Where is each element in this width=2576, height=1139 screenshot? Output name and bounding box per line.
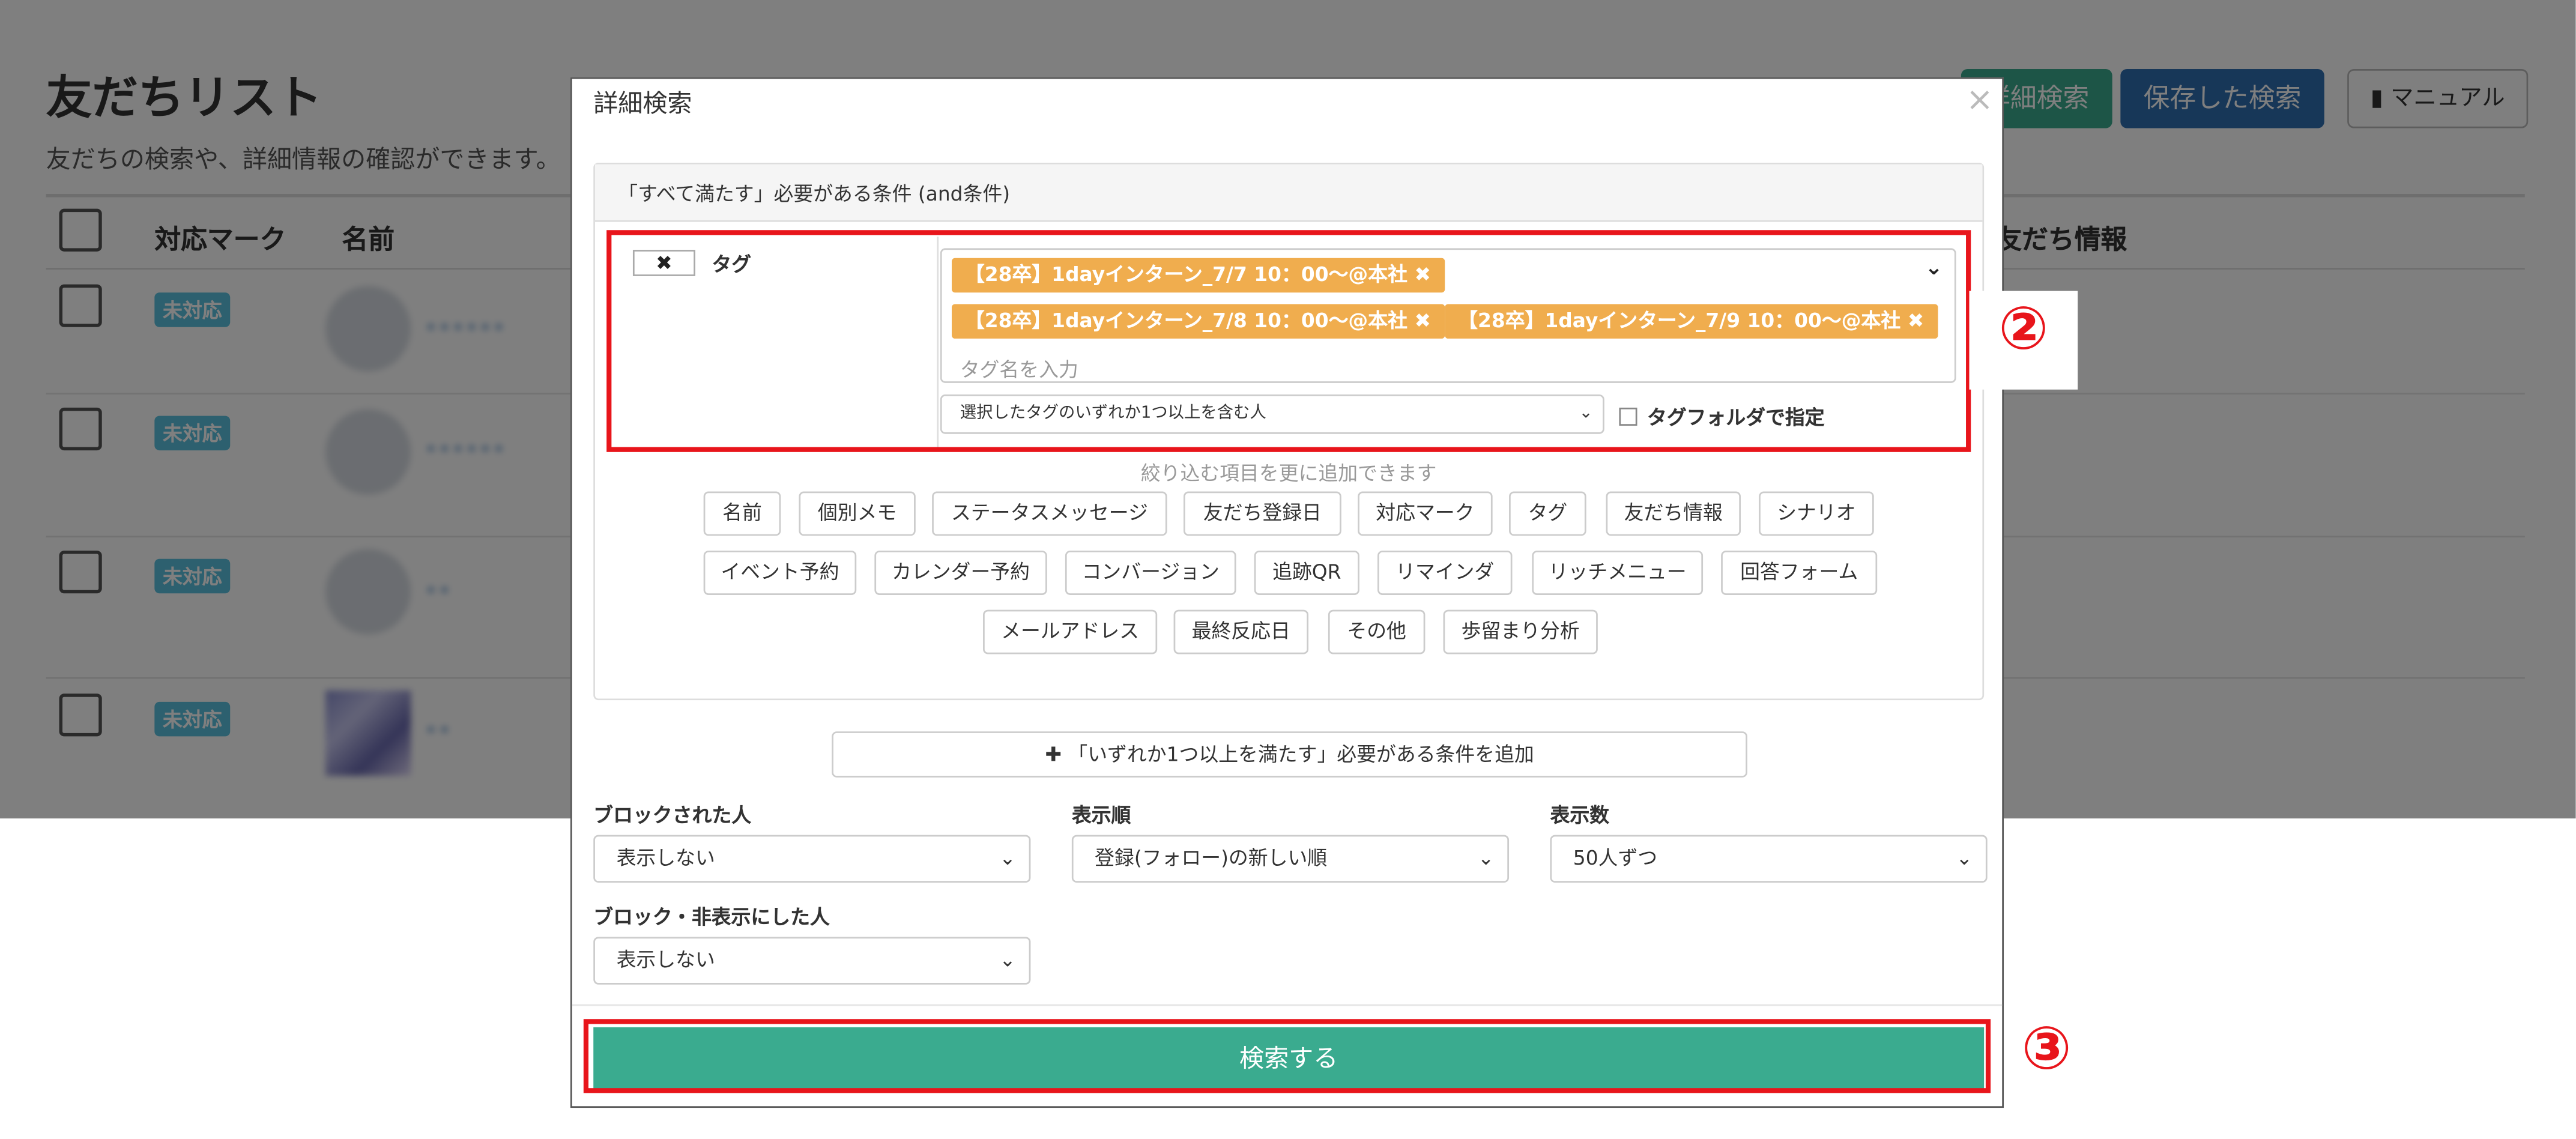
filter-button-friend-info[interactable]: 友だち情報 [1606, 491, 1741, 536]
filter-button-event[interactable]: イベント予約 [703, 551, 857, 595]
blocked-hidden-label: ブロック・非表示にした人 [593, 905, 830, 929]
filter-button-name[interactable]: 名前 [703, 491, 781, 536]
chevron-down-icon: ⌄ [1956, 846, 1973, 870]
highlight-tag-condition [606, 230, 1971, 452]
count-select[interactable]: 50人ずつ ⌄ [1550, 835, 1988, 883]
count-label: 表示数 [1550, 803, 1610, 827]
filter-button-answer-form[interactable]: 回答フォーム [1721, 551, 1878, 595]
filter-button-other[interactable]: その他 [1328, 609, 1426, 654]
chevron-down-icon: ⌄ [999, 948, 1016, 971]
order-select[interactable]: 登録(フォロー)の新しい順 ⌄ [1071, 835, 1510, 883]
blocked-label: ブロックされた人 [593, 803, 752, 827]
and-condition-title: 「すべて満たす」必要がある条件 (and条件) [618, 182, 1011, 206]
filter-button-memo[interactable]: 個別メモ [799, 491, 916, 536]
modal-title: 詳細検索 [593, 88, 692, 119]
filter-button-register-date[interactable]: 友だち登録日 [1184, 491, 1341, 536]
filter-button-yield-analysis[interactable]: 歩留まり分析 [1443, 609, 1598, 654]
filter-button-tracking-qr[interactable]: 追跡QR [1254, 551, 1359, 595]
filter-button-reminder[interactable]: リマインダ [1377, 551, 1513, 595]
annotation-step3: ③ [2021, 1015, 2072, 1084]
filter-button-tag[interactable]: タグ [1509, 491, 1586, 536]
blocked-select[interactable]: 表示しない ⌄ [593, 835, 1031, 883]
blocked-hidden-select[interactable]: 表示しない ⌄ [593, 937, 1031, 985]
modal-footer-divider [572, 1004, 2003, 1006]
filter-button-rich-menu[interactable]: リッチメニュー [1532, 551, 1704, 595]
add-filter-hint: 絞り込む項目を更に追加できます [1140, 462, 1437, 485]
filter-button-status-message[interactable]: ステータスメッセージ [932, 491, 1167, 536]
filter-button-last-reaction[interactable]: 最終反応日 [1173, 609, 1309, 654]
highlight-search-button [583, 1019, 1991, 1093]
chevron-down-icon: ⌄ [999, 846, 1016, 870]
filter-button-conversion[interactable]: コンバージョン [1065, 551, 1236, 595]
and-condition-header: 「すべて満たす」必要がある条件 (and条件) [594, 164, 1983, 222]
order-label: 表示順 [1071, 803, 1131, 827]
filter-button-calendar[interactable]: カレンダー予約 [874, 551, 1047, 595]
filter-button-scenario[interactable]: シナリオ [1759, 491, 1874, 536]
filter-button-mark[interactable]: 対応マーク [1358, 491, 1493, 536]
chevron-down-icon: ⌄ [1477, 846, 1495, 870]
plus-icon: ✚ [1045, 743, 1062, 766]
filter-button-email[interactable]: メールアドレス [983, 609, 1158, 654]
add-or-condition-button[interactable]: ✚ 「いずれか1つ以上を満たす」必要がある条件を追加 [832, 731, 1747, 778]
close-icon[interactable]: × [1966, 79, 1994, 118]
annotation-step2: ② [1998, 295, 2049, 363]
